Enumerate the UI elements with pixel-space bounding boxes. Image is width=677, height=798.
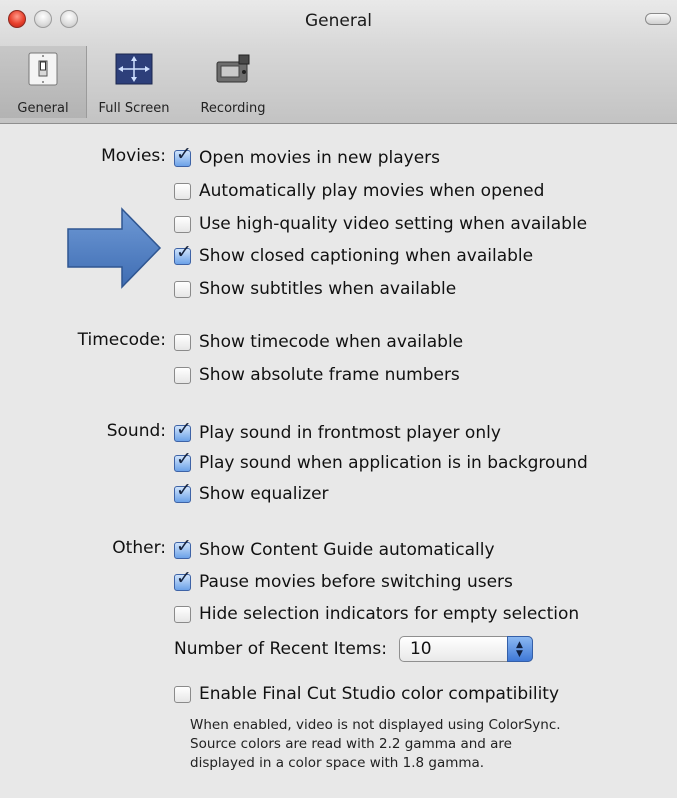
option-label: Hide selection indicators for empty sele… <box>199 604 580 624</box>
light-switch-icon <box>28 52 58 86</box>
sound-option-row[interactable]: ✓ Show equalizer <box>174 480 329 506</box>
checkmark-icon: ✓ <box>176 447 192 470</box>
recent-items-value: 10 <box>409 639 432 659</box>
option-label: Show Content Guide automatically <box>199 540 495 560</box>
timecode-section-label: Timecode: <box>77 330 166 350</box>
option-label: Enable Final Cut Studio color compatibil… <box>199 684 560 704</box>
description-line: When enabled, video is not displayed usi… <box>190 717 561 733</box>
checkbox-unchecked[interactable] <box>174 333 191 351</box>
title-toolbar-bar: General General Full Screen Recording <box>0 0 677 124</box>
other-option-row[interactable]: ✓ Show Content Guide automatically <box>174 536 495 562</box>
toolbar-tab-full-screen[interactable]: Full Screen <box>88 46 180 118</box>
toolbar-tab-general[interactable]: General <box>0 46 87 118</box>
description-line: displayed in a color space with 1.8 gamm… <box>190 755 485 771</box>
checkmark-icon: ✓ <box>176 142 192 165</box>
toolbar-tab-label: General <box>17 101 69 116</box>
timecode-option-row[interactable]: Show absolute frame numbers <box>174 363 460 387</box>
option-label: Show subtitles when available <box>199 279 457 299</box>
checkbox-unchecked[interactable] <box>174 182 191 200</box>
sound-option-row[interactable]: ✓ Play sound when application is in back… <box>174 449 588 475</box>
toolbar-tab-recording[interactable]: Recording <box>186 46 280 118</box>
checkbox-checked[interactable]: ✓ <box>174 242 192 265</box>
recent-items-popup[interactable]: 10 ▲ ▼ <box>398 636 533 662</box>
other-option-row[interactable]: Hide selection indicators for empty sele… <box>174 602 579 626</box>
movies-section-label: Movies: <box>101 146 166 166</box>
window-title: General <box>305 11 372 31</box>
checkbox-unchecked[interactable] <box>174 215 191 233</box>
movies-option-row[interactable]: ✓ Show closed captioning when available <box>174 242 534 268</box>
checkbox-unchecked[interactable] <box>174 366 191 384</box>
checkmark-icon: ✓ <box>176 478 192 501</box>
option-label: Show absolute frame numbers <box>199 365 460 385</box>
option-label: Automatically play movies when opened <box>199 181 545 201</box>
option-label: Show closed captioning when available <box>199 246 534 266</box>
movies-option-row[interactable]: Show subtitles when available <box>174 277 456 301</box>
checkbox-checked[interactable]: ✓ <box>174 536 192 559</box>
final-cut-description: When enabled, video is not displayed usi… <box>190 716 561 773</box>
movies-option-row[interactable]: ✓ Open movies in new players <box>174 144 441 170</box>
toolbar-toggle-button[interactable] <box>645 13 671 25</box>
preferences-window: General General Full Screen Recording Mo… <box>0 0 677 798</box>
checkbox-checked[interactable]: ✓ <box>174 419 192 442</box>
movies-option-row[interactable]: Use high-quality video setting when avai… <box>174 212 587 236</box>
checkbox-checked[interactable]: ✓ <box>174 449 192 472</box>
option-label: Show equalizer <box>199 484 329 504</box>
popup-stepper-icon: ▲ ▼ <box>506 636 533 662</box>
recent-items-control: Number of Recent Items: 10 ▲ ▼ <box>174 636 533 662</box>
checkmark-icon: ✓ <box>176 417 192 440</box>
sound-section-label: Sound: <box>106 421 166 441</box>
checkbox-unchecked[interactable] <box>174 685 191 703</box>
toolbar-tab-label: Full Screen <box>98 101 170 116</box>
checkmark-icon: ✓ <box>176 534 192 557</box>
option-label: Use high-quality video setting when avai… <box>199 214 588 234</box>
checkmark-icon: ✓ <box>176 566 192 589</box>
checkbox-unchecked[interactable] <box>174 280 191 298</box>
movies-option-row[interactable]: Automatically play movies when opened <box>174 179 544 203</box>
description-line: Source colors are read with 2.2 gamma an… <box>190 736 512 752</box>
option-label: Play sound in frontmost player only <box>199 423 501 443</box>
toolbar-tab-label: Recording <box>200 101 266 116</box>
other-section-label: Other: <box>112 538 166 558</box>
checkbox-checked[interactable]: ✓ <box>174 568 192 591</box>
option-label: Open movies in new players <box>199 148 441 168</box>
checkbox-unchecked[interactable] <box>174 605 191 623</box>
option-label: Show timecode when available <box>199 332 464 352</box>
option-label: Play sound when application is in backgr… <box>199 453 588 473</box>
final-cut-option-row[interactable]: Enable Final Cut Studio color compatibil… <box>174 682 559 706</box>
checkmark-icon: ✓ <box>176 240 192 263</box>
video-camera-icon <box>216 54 250 83</box>
annotation-arrow-icon <box>67 207 162 289</box>
checkbox-checked[interactable]: ✓ <box>174 144 192 167</box>
full-screen-arrows-icon <box>115 53 153 85</box>
recent-items-label: Number of Recent Items: <box>174 639 387 659</box>
checkbox-checked[interactable]: ✓ <box>174 480 192 503</box>
other-option-row[interactable]: ✓ Pause movies before switching users <box>174 568 513 594</box>
timecode-option-row[interactable]: Show timecode when available <box>174 330 463 354</box>
option-label: Pause movies before switching users <box>199 572 513 592</box>
sound-option-row[interactable]: ✓ Play sound in frontmost player only <box>174 419 501 445</box>
